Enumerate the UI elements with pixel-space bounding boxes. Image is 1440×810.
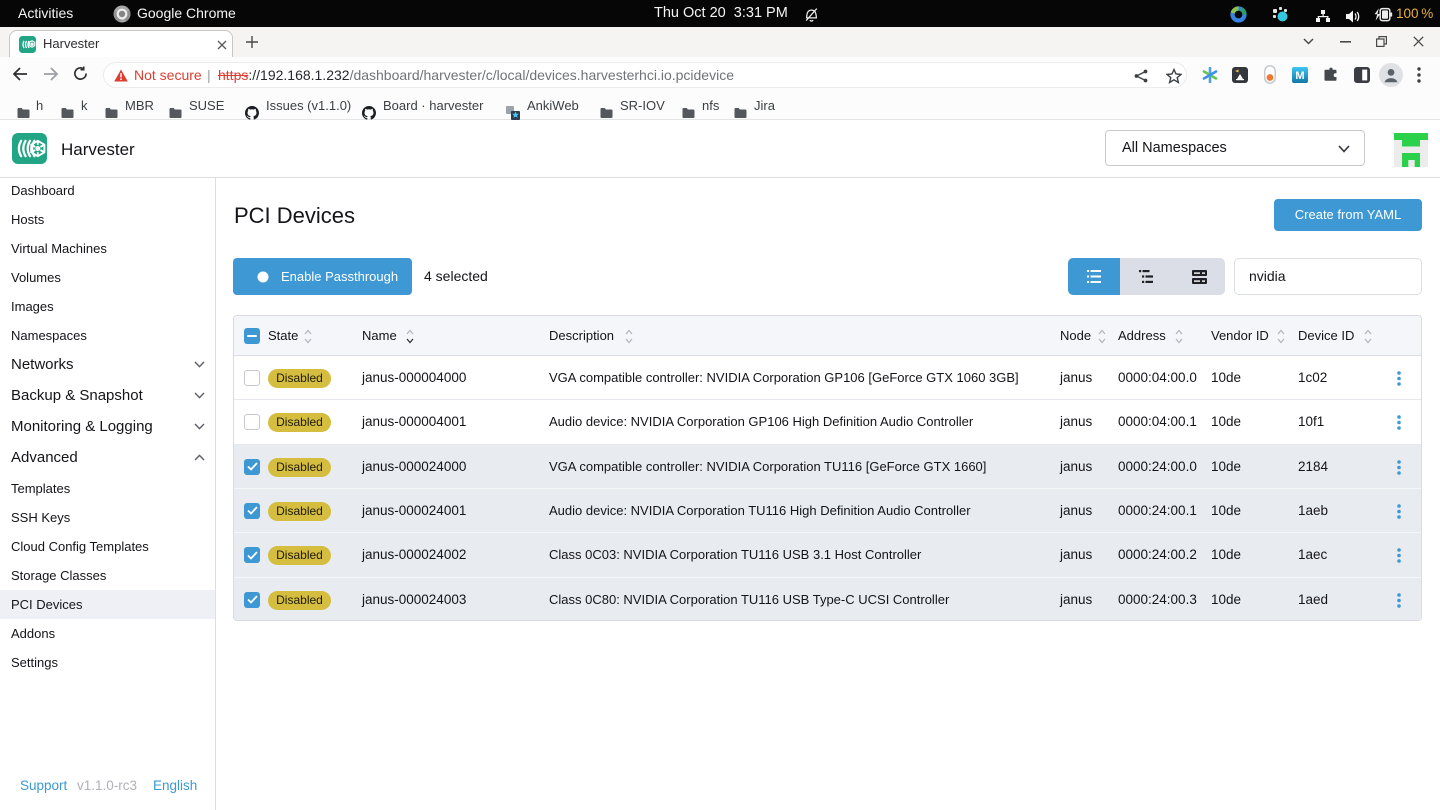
svg-text:M: M	[1295, 70, 1304, 82]
